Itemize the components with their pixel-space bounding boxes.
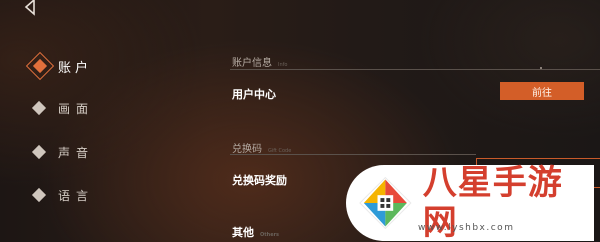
go-button[interactable]: 前往 — [500, 82, 584, 100]
sidebar-item-sound[interactable]: 声音 — [31, 140, 95, 164]
diamond-icon — [31, 100, 47, 116]
watermark-url: www.lyshbx.com — [418, 223, 515, 233]
divider — [230, 154, 476, 155]
watermark-logo-icon — [359, 176, 412, 230]
diamond-icon — [31, 144, 47, 160]
sidebar-item-display[interactable]: 画面 — [31, 96, 95, 120]
watermark-badge: 八星手游网 www.lyshbx.com — [346, 163, 594, 242]
sidebar-item-label: 账户 — [58, 60, 93, 76]
settings-sidebar: 账户 画面 声音 语言 — [0, 0, 200, 242]
divider-tick — [540, 67, 542, 69]
divider — [230, 69, 600, 70]
diamond-icon — [31, 187, 47, 203]
redeem-reward-label: 兑换码奖励 — [232, 174, 287, 187]
sidebar-item-label: 声音 — [58, 145, 95, 160]
section-title-other: 其他 Others — [232, 226, 280, 239]
sidebar-item-label: 语言 — [58, 188, 95, 203]
sidebar-item-language[interactable]: 语言 — [31, 183, 95, 207]
user-center-label: 用户中心 — [232, 88, 276, 101]
section-title-redeem: 兑换码 Gift Code — [232, 144, 292, 155]
sidebar-item-label: 画面 — [58, 101, 95, 116]
active-diamond-icon — [25, 51, 55, 81]
section-title-account-info: 账户信息 Info — [232, 58, 288, 69]
sidebar-item-account[interactable]: 账户 — [25, 51, 93, 81]
